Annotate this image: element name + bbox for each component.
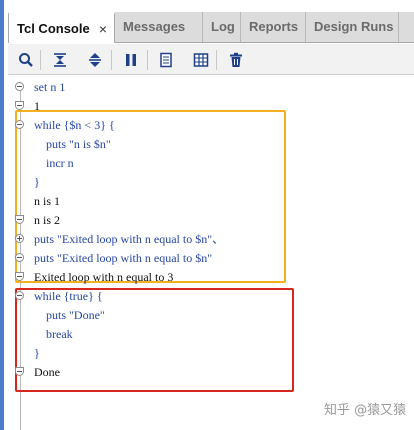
expand-all-icon[interactable]: [85, 50, 105, 70]
toolbar-divider: [147, 50, 148, 70]
output-text: n is 2: [34, 213, 61, 227]
tab-bar: Tcl Console × Messages Log Reports Desig…: [8, 12, 414, 43]
command-text: while {$n < 3} {: [34, 118, 115, 132]
command-text: puts "Done": [34, 308, 105, 322]
command-text: puts "n is $n": [34, 137, 111, 151]
command-text: set n 1: [34, 80, 66, 94]
toolbar-divider: [40, 50, 41, 70]
tab-tcl-console[interactable]: Tcl Console ×: [8, 12, 115, 43]
command-text: }: [34, 346, 40, 360]
console-toolbar: [8, 44, 414, 75]
console-line: while {$n < 3} {: [8, 116, 414, 135]
command-text: while {true} {: [34, 289, 103, 303]
fold-icon[interactable]: [15, 272, 24, 281]
console-line: puts "Exited loop with n equal to $n"、: [8, 230, 414, 249]
console-line: Done: [8, 363, 414, 382]
fold-icon[interactable]: [15, 120, 24, 129]
fold-icon[interactable]: [15, 82, 24, 91]
command-text: puts "Exited loop with n equal to $n": [34, 251, 213, 265]
expand-fold-icon[interactable]: [15, 234, 24, 243]
command-text: incr n: [34, 156, 74, 170]
console-line: incr n: [8, 154, 414, 173]
tab-design-runs[interactable]: Design Runs: [306, 12, 399, 42]
output-text: Exited loop with n equal to 3: [34, 270, 174, 284]
tab-messages[interactable]: Messages: [115, 12, 203, 42]
fold-icon[interactable]: [15, 367, 24, 376]
collapse-all-icon[interactable]: [50, 50, 70, 70]
fold-icon[interactable]: [15, 253, 24, 262]
tcl-console-panel: Tcl Console × Messages Log Reports Desig…: [0, 0, 414, 430]
fold-icon[interactable]: [15, 215, 24, 224]
console-line: puts "n is $n": [8, 135, 414, 154]
console-line: n is 1: [8, 192, 414, 211]
fold-icon[interactable]: [15, 101, 24, 110]
close-icon[interactable]: ×: [99, 14, 107, 44]
tab-log[interactable]: Log: [203, 12, 241, 42]
console-line: puts "Done": [8, 306, 414, 325]
fold-icon[interactable]: [15, 291, 24, 300]
console-line: puts "Exited loop with n equal to $n": [8, 249, 414, 268]
watermark: 知乎 @猿又猿: [324, 403, 407, 418]
output-text: Done: [34, 365, 60, 379]
console-line: 1: [8, 97, 414, 116]
tab-label: Design Runs: [314, 19, 394, 34]
console-line: while {true} {: [8, 287, 414, 306]
tab-label: Reports: [249, 19, 299, 34]
command-text: puts "Exited loop with n equal to $n"、: [34, 232, 225, 246]
command-text: }: [34, 175, 40, 189]
copy-icon[interactable]: [156, 50, 176, 70]
tab-label: Tcl Console: [17, 21, 90, 36]
console-line: Exited loop with n equal to 3: [8, 268, 414, 287]
output-text: n is 1: [34, 194, 61, 208]
console-line: break: [8, 325, 414, 344]
console-output[interactable]: set n 1 1 while {$n < 3} { puts "n is $n" …: [8, 76, 414, 430]
toolbar-divider: [216, 50, 217, 70]
console-line: }: [8, 344, 414, 363]
console-line: set n 1: [8, 78, 414, 97]
tab-label: Messages: [123, 19, 186, 34]
tab-reports[interactable]: Reports: [241, 12, 306, 42]
output-text: 1: [34, 99, 40, 113]
search-icon[interactable]: [16, 50, 36, 70]
console-line: }: [8, 173, 414, 192]
command-text: break: [34, 327, 73, 341]
tab-label: Log: [211, 19, 235, 34]
toolbar-divider: [111, 50, 112, 70]
pause-icon[interactable]: [121, 50, 141, 70]
columns-icon[interactable]: [191, 50, 211, 70]
console-line: n is 2: [8, 211, 414, 230]
delete-icon[interactable]: [226, 50, 246, 70]
